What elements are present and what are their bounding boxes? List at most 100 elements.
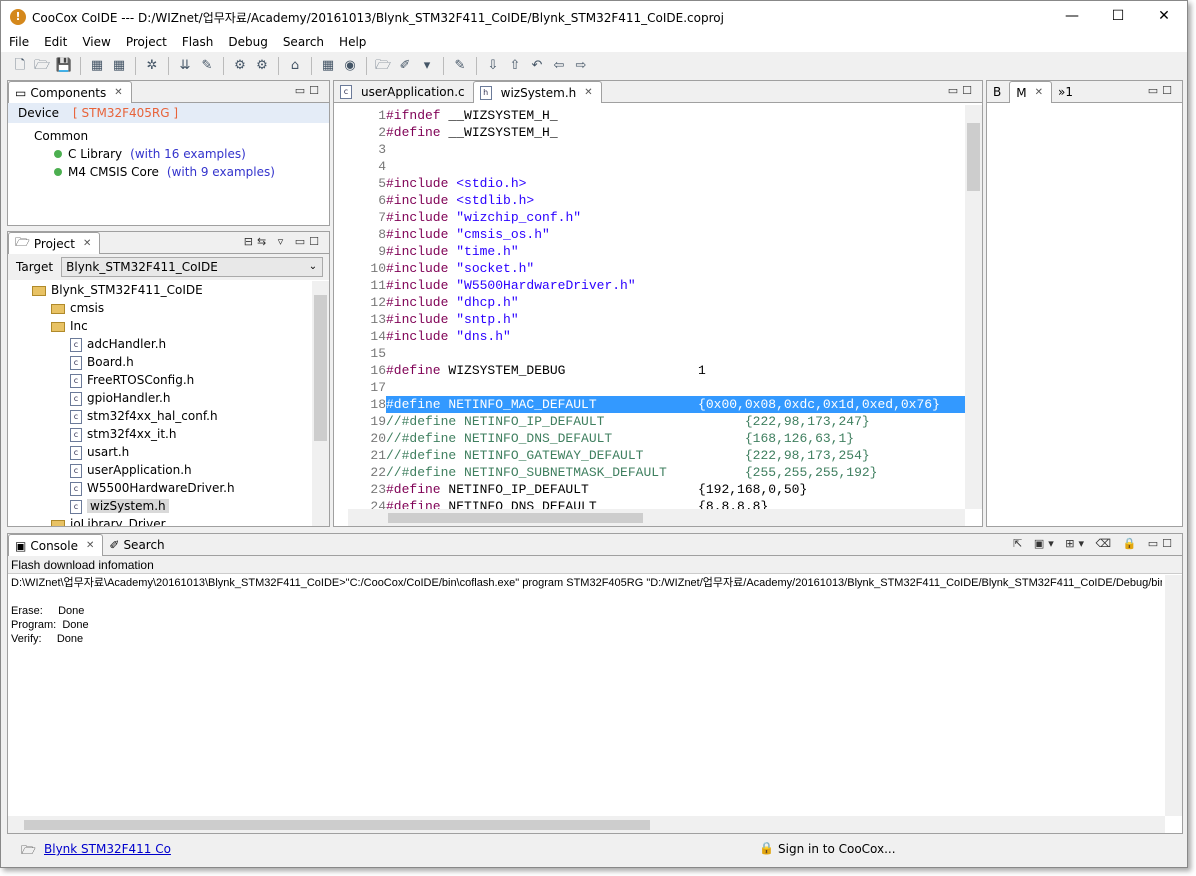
menu-file[interactable]: File <box>1 33 36 52</box>
tree-item[interactable]: c stm32f4xx_it.h <box>32 425 312 443</box>
code-line: 16#define WIZSYSTEM_DEBUG 1 <box>370 363 706 378</box>
menu-view[interactable]: View <box>74 33 117 52</box>
code-line: 2#define __WIZSYSTEM_H_ <box>378 125 558 140</box>
tree-item[interactable]: c stm32f4xx_hal_conf.h <box>32 407 312 425</box>
config-icon[interactable]: ⚙ <box>231 57 249 75</box>
erase-icon[interactable]: ✎ <box>198 57 216 75</box>
menu-flash[interactable]: Flash <box>174 33 220 52</box>
minimize-maximize-icons[interactable]: ▭☐ <box>295 84 323 97</box>
close-icon[interactable]: ✕ <box>1035 87 1043 98</box>
toolbar: 🗋 🗁 💾 ▦ ▦ ✲ ⇊ ✎ ⚙ ⚙ ⌂ ▦ ◉ 🗁 ✐ ▾ ✎ ⇩ ⇧ ↶ ⇦ ⇨ <box>1 53 1187 79</box>
console-hscroll[interactable] <box>8 816 1165 833</box>
tools-icon[interactable]: ✐ <box>396 57 414 75</box>
code-line: 12#include "dhcp.h" <box>370 295 519 310</box>
code-line: 19//#define NETINFO_IP_DEFAULT {222,98,1… <box>370 414 870 429</box>
tree-item[interactable]: cmsis <box>32 299 312 317</box>
maximize-button[interactable]: ☐ <box>1095 1 1141 31</box>
close-icon[interactable]: ✕ <box>114 87 122 98</box>
project-link[interactable]: Blynk STM32F411 Co <box>44 842 171 856</box>
coide-logo-icon: ! <box>10 9 26 25</box>
device-value[interactable]: [ STM32F405RG ] <box>73 106 178 120</box>
download-icon[interactable]: ⇊ <box>176 57 194 75</box>
tree-item[interactable]: Inc <box>32 317 312 335</box>
sign-in-link[interactable]: Sign in to CooCox... <box>778 842 896 856</box>
project-scrollbar[interactable] <box>312 281 329 526</box>
view-menu-icons[interactable]: ⊟⇆ ▿ ▭☐ <box>244 235 323 248</box>
minimize-maximize-icons[interactable]: ▭☐ <box>1148 84 1176 97</box>
tree-item[interactable]: c W5500HardwareDriver.h <box>32 479 312 497</box>
dropdown-icon[interactable]: ▾ <box>418 57 436 75</box>
tab-editor-file[interactable]: h wizSystem.h ✕ <box>472 81 602 103</box>
close-icon[interactable]: ✕ <box>83 238 91 249</box>
close-button[interactable]: ✕ <box>1141 1 1187 31</box>
menu-help[interactable]: Help <box>331 33 373 52</box>
menu-debug[interactable]: Debug <box>220 33 274 52</box>
repository-icon[interactable]: ▦ <box>319 57 337 75</box>
console-icon: ▣ <box>15 538 27 553</box>
open-project-icon[interactable]: 🗁 <box>374 57 392 75</box>
tree-item[interactable]: c wizSystem.h <box>32 497 312 515</box>
tree-item[interactable]: c FreeRTOSConfig.h <box>32 371 312 389</box>
editor-hscroll[interactable] <box>348 509 965 526</box>
code-line: 6#include <stdlib.h> <box>378 193 535 208</box>
console-output[interactable]: D:\WIZnet\업무자료\Academy\20161013\Blynk_ST… <box>11 576 1162 646</box>
target-select[interactable]: Blynk_STM32F411_CoIDE ⌄ <box>61 257 324 277</box>
last-edit-icon[interactable]: ↶ <box>528 57 546 75</box>
tab-right-panel[interactable]: B <box>987 81 1009 103</box>
menu-search[interactable]: Search <box>275 33 331 52</box>
tab-components[interactable]: ▭ Components ✕ <box>8 81 132 103</box>
tree-item[interactable]: ioLibrary_Driver <box>32 515 312 526</box>
examples-link[interactable]: (with 16 examples) <box>130 147 246 161</box>
web-icon[interactable]: ◉ <box>341 57 359 75</box>
forward-icon[interactable]: ⇨ <box>572 57 590 75</box>
editor-vscroll[interactable] <box>965 105 982 509</box>
debug-icon[interactable]: ✲ <box>143 57 161 75</box>
minimize-button[interactable]: — <box>1049 1 1095 31</box>
menu-edit[interactable]: Edit <box>36 33 74 52</box>
tab-right-panel[interactable]: »1 <box>1052 81 1081 103</box>
component-item[interactable]: C Library (with 16 examples) <box>34 145 329 163</box>
code-line: 11#include "W5500HardwareDriver.h" <box>370 278 636 293</box>
c-header-file-icon: c <box>70 409 82 424</box>
build-icon[interactable]: ▦ <box>88 57 106 75</box>
tree-item[interactable]: Blynk_STM32F411_CoIDE <box>32 281 312 299</box>
tab-console[interactable]: ▣ Console ✕ <box>8 534 104 556</box>
minimize-maximize-icons[interactable]: ▭☐ <box>948 84 976 97</box>
settings-icon[interactable]: ⚙ <box>253 57 271 75</box>
device-label: Device <box>18 106 60 120</box>
tree-item[interactable]: c adcHandler.h <box>32 335 312 353</box>
tab-project[interactable]: 🗁 Project ✕ <box>8 232 101 254</box>
title-bar: ! CooCox CoIDE --- D:/WIZnet/업무자료/Academ… <box>1 1 1187 33</box>
console-vscroll[interactable] <box>1165 575 1182 816</box>
next-annotation-icon[interactable]: ⇩ <box>484 57 502 75</box>
tab-search[interactable]: ✐ Search <box>103 534 172 556</box>
component-item[interactable]: M4 CMSIS Core (with 9 examples) <box>34 163 329 181</box>
open-icon[interactable]: 🗁 <box>33 57 51 75</box>
tab-editor-file[interactable]: c userApplication.c <box>334 81 473 103</box>
code-editor[interactable]: 1#ifndef __WIZSYSTEM_H_ 2#define __WIZSYS… <box>334 105 965 509</box>
tree-item[interactable]: c usart.h <box>32 443 312 461</box>
tree-item[interactable]: c gpioHandler.h <box>32 389 312 407</box>
prev-annotation-icon[interactable]: ⇧ <box>506 57 524 75</box>
close-icon[interactable]: ✕ <box>584 87 592 98</box>
console-toolbar-icons[interactable]: ⇱ ▣▾ ⊞▾ ⌫ 🔒 ▭☐ <box>1013 537 1176 550</box>
back-icon[interactable]: ⇦ <box>550 57 568 75</box>
c-header-file-icon: c <box>70 499 82 514</box>
file-icon: c <box>340 85 352 99</box>
pen-icon[interactable]: ✎ <box>451 57 469 75</box>
tab-right-panel[interactable]: M ✕ <box>1009 81 1052 103</box>
save-icon[interactable]: 💾 <box>55 57 73 75</box>
code-line: 13#include "sntp.h" <box>370 312 519 327</box>
home-icon[interactable]: ⌂ <box>286 57 304 75</box>
menu-project[interactable]: Project <box>118 33 174 52</box>
rebuild-icon[interactable]: ▦ <box>110 57 128 75</box>
new-file-icon[interactable]: 🗋 <box>11 57 29 75</box>
code-line: 17 <box>370 380 386 395</box>
tree-item[interactable]: c userApplication.h <box>32 461 312 479</box>
chevron-down-icon: ⌄ <box>308 261 318 272</box>
examples-link[interactable]: (with 9 examples) <box>167 165 275 179</box>
close-icon[interactable]: ✕ <box>86 540 94 551</box>
status-dot-icon <box>54 168 62 176</box>
tree-item[interactable]: c Board.h <box>32 353 312 371</box>
code-line: 9#include "time.h" <box>378 244 519 259</box>
